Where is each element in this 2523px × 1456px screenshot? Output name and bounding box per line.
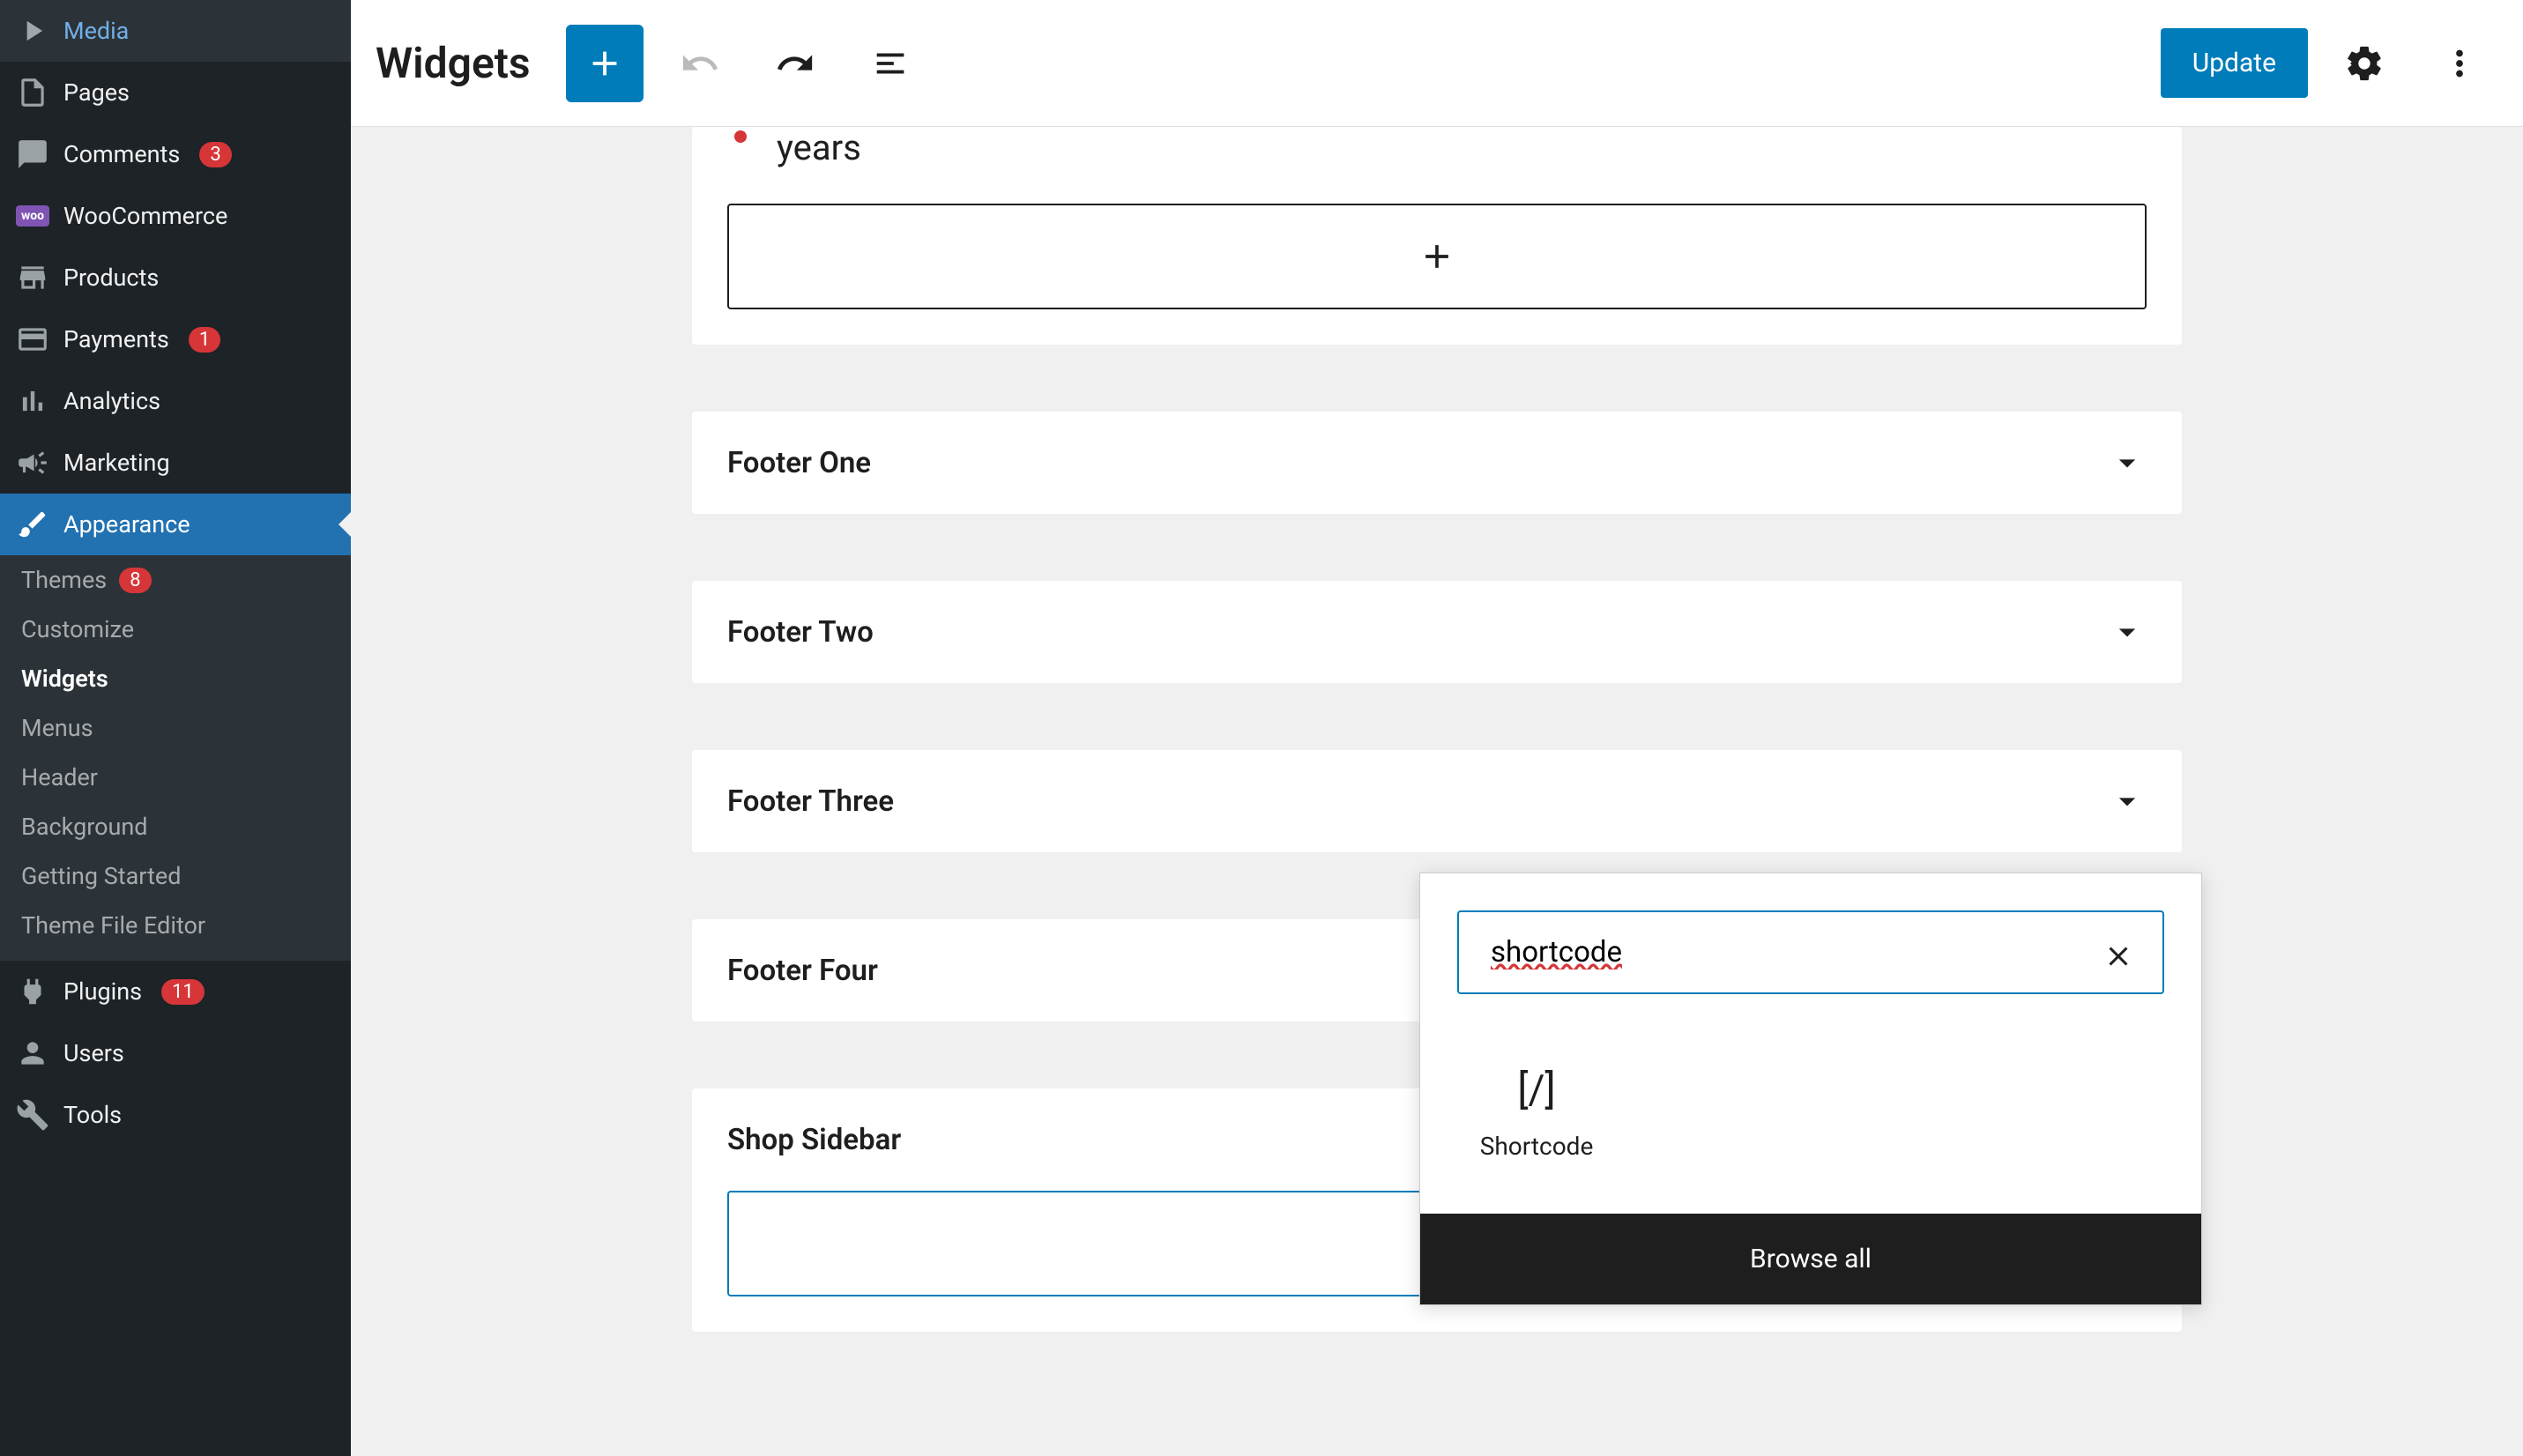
widget-area-title: Footer Two	[727, 615, 874, 650]
sidebar-item-woocommerce[interactable]: woo WooCommerce	[0, 185, 351, 247]
browse-all-button[interactable]: Browse all	[1420, 1214, 2201, 1304]
sidebar-item-users[interactable]: Users	[0, 1022, 351, 1084]
sidebar-item-label: Pages	[63, 78, 130, 107]
chevron-down-icon	[2108, 613, 2147, 651]
sidebar-item-label: Media	[63, 17, 129, 45]
sidebar-item-label: Products	[63, 264, 159, 292]
widget-area-footer-two: Footer Two	[692, 581, 2182, 683]
inserter-search-wrap	[1420, 873, 2201, 1031]
sidebar-item-payments[interactable]: Payments 1	[0, 308, 351, 370]
update-button[interactable]: Update	[2161, 28, 2308, 98]
woocommerce-icon: woo	[16, 199, 49, 233]
submenu-item-menus[interactable]: Menus	[0, 703, 351, 753]
sidebar-item-products[interactable]: Products	[0, 247, 351, 308]
sidebar-item-label: Tools	[63, 1101, 122, 1129]
admin-sidebar: Media Pages Comments 3 woo WooCommerce P…	[0, 0, 351, 1456]
submenu-item-label: Menus	[21, 714, 93, 742]
submenu-item-header[interactable]: Header	[0, 753, 351, 802]
sidebar-item-marketing[interactable]: Marketing	[0, 432, 351, 494]
add-block-button[interactable]	[566, 25, 644, 102]
inserter-block-label: Shortcode	[1480, 1132, 1594, 1161]
list-view-button[interactable]	[852, 25, 929, 102]
submenu-item-themes[interactable]: Themes 8	[0, 555, 351, 605]
submenu-item-label: Widgets	[21, 665, 108, 693]
submenu-item-background[interactable]: Background	[0, 802, 351, 851]
years-label: years	[777, 127, 861, 168]
widget-area-footer-three: Footer Three	[692, 750, 2182, 852]
undo-button[interactable]	[661, 25, 739, 102]
submenu-item-customize[interactable]: Customize	[0, 605, 351, 654]
submenu-item-label: Header	[21, 763, 98, 791]
editor-topbar: Widgets Update	[351, 0, 2523, 127]
submenu-item-label: Background	[21, 813, 148, 841]
widget-area-title: Footer Three	[727, 784, 894, 819]
sidebar-item-pages[interactable]: Pages	[0, 62, 351, 123]
block-inserter-popover: [/] Shortcode Browse all	[1419, 873, 2202, 1305]
inserter-search-input[interactable]	[1457, 910, 2164, 994]
widget-area-title: Shop Sidebar	[727, 1123, 901, 1157]
widget-area-footer-one: Footer One	[692, 412, 2182, 514]
appearance-submenu: Themes 8 Customize Widgets Menus Header …	[0, 555, 351, 961]
submenu-item-widgets[interactable]: Widgets	[0, 654, 351, 703]
sidebar-item-label: Marketing	[63, 449, 170, 477]
payments-icon	[16, 323, 49, 356]
shortcode-icon: [/]	[1517, 1066, 1555, 1114]
themes-badge: 8	[119, 568, 151, 593]
submenu-item-label: Customize	[21, 615, 134, 643]
sidebar-item-media[interactable]: Media	[0, 0, 351, 62]
appearance-icon	[16, 508, 49, 541]
widget-area-header[interactable]: Footer Three	[692, 750, 2182, 852]
widget-area-header[interactable]: Footer Two	[692, 581, 2182, 683]
sidebar-item-label: Analytics	[63, 387, 160, 415]
redo-button[interactable]	[756, 25, 834, 102]
users-icon	[16, 1036, 49, 1070]
sidebar-item-analytics[interactable]: Analytics	[0, 370, 351, 432]
marketing-icon	[16, 446, 49, 479]
plugins-badge: 11	[161, 979, 205, 1005]
chevron-down-icon	[2108, 443, 2147, 482]
media-icon	[16, 14, 49, 48]
inserter-results: [/] Shortcode	[1420, 1031, 2201, 1214]
submenu-item-label: Themes	[21, 566, 107, 594]
widget-areas-content: years Footer One Footer Two	[351, 127, 2523, 1456]
sidebar-item-label: Appearance	[63, 510, 190, 539]
settings-button[interactable]	[2326, 25, 2403, 102]
sidebar-item-comments[interactable]: Comments 3	[0, 123, 351, 185]
inserter-block-shortcode[interactable]: [/] Shortcode	[1457, 1049, 1616, 1178]
clear-search-button[interactable]	[2102, 940, 2134, 978]
sidebar-item-label: WooCommerce	[63, 202, 227, 230]
comments-badge: 3	[199, 142, 231, 167]
submenu-item-label: Getting Started	[21, 862, 181, 890]
add-block-inline-button[interactable]	[727, 204, 2147, 309]
pages-icon	[16, 76, 49, 109]
widget-area-title: Footer Four	[727, 954, 878, 988]
products-icon	[16, 261, 49, 294]
widget-area-expanded-top: years	[692, 127, 2182, 345]
options-button[interactable]	[2421, 25, 2498, 102]
chevron-down-icon	[2108, 782, 2147, 821]
sidebar-item-plugins[interactable]: Plugins 11	[0, 961, 351, 1022]
sidebar-item-label: Comments	[63, 140, 180, 168]
sidebar-item-label: Payments	[63, 325, 169, 353]
bullet-icon	[734, 130, 747, 143]
payments-badge: 1	[189, 327, 220, 353]
plugins-icon	[16, 975, 49, 1008]
content-text: years	[692, 127, 2182, 204]
tools-icon	[16, 1098, 49, 1132]
main-content: Widgets Update years	[351, 0, 2523, 1456]
sidebar-item-appearance[interactable]: Appearance	[0, 494, 351, 555]
widget-area-title: Footer One	[727, 446, 871, 480]
comments-icon	[16, 137, 49, 171]
submenu-item-label: Theme File Editor	[21, 911, 205, 940]
sidebar-item-label: Users	[63, 1039, 124, 1067]
page-title: Widgets	[376, 38, 531, 88]
analytics-icon	[16, 384, 49, 418]
submenu-item-getting-started[interactable]: Getting Started	[0, 851, 351, 901]
sidebar-item-label: Plugins	[63, 977, 142, 1006]
sidebar-item-tools[interactable]: Tools	[0, 1084, 351, 1146]
widget-area-header[interactable]: Footer One	[692, 412, 2182, 514]
submenu-item-theme-file-editor[interactable]: Theme File Editor	[0, 901, 351, 950]
